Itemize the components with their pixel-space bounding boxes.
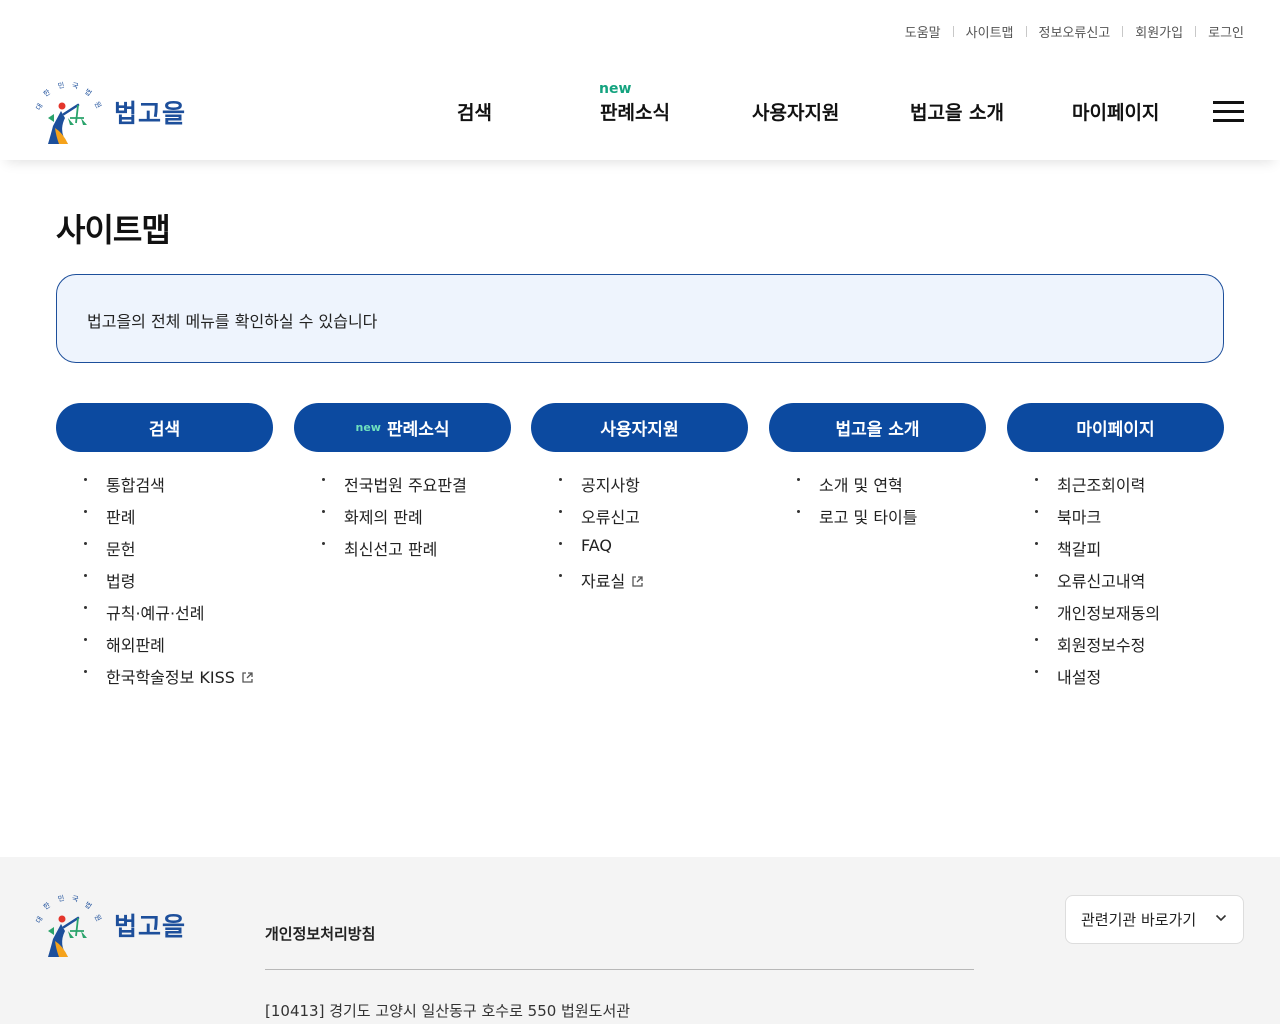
category-label: 검색 (148, 420, 181, 440)
category-user-support-button[interactable]: 사용자지원 (531, 403, 748, 452)
sub-menu-item[interactable]: 오류신고 (531, 504, 748, 536)
sub-menu-item[interactable]: 북마크 (1007, 504, 1224, 536)
info-box: 법고을의 전체 메뉴를 확인하실 수 있습니다 (56, 274, 1224, 363)
sub-menu-item[interactable]: 회원정보수정 (1007, 632, 1224, 664)
svg-text:국: 국 (71, 82, 79, 91)
sub-menu-item[interactable]: 전국법원 주요판결 (294, 472, 511, 504)
sub-menu-item[interactable]: 오류신고내역 (1007, 568, 1224, 600)
main-nav: 검색 new 판례소식 사용자지원 법고을 소개 마이페이지 (0, 81, 1280, 128)
page-title: 사이트맵 (56, 211, 171, 249)
nav-case-news-label: 판례소식 (600, 102, 670, 124)
sub-menu-item[interactable]: 판례 (56, 504, 273, 536)
related-sites-label: 관련기관 바로가기 (1081, 911, 1197, 929)
svg-text:국: 국 (71, 895, 79, 904)
site-header: 도움말 사이트맵 정보오류신고 회원가입 로그인 대 한 민 국 법 원 법고을… (0, 0, 1280, 160)
sitemap-columns: 검색 통합검색 판례 문헌 법령 규칙·예규·선례 해외판례 한국학술정보 KI… (56, 403, 1224, 703)
info-text: 법고을의 전체 메뉴를 확인하실 수 있습니다 (87, 312, 378, 331)
sitemap-column-mypage: 마이페이지 최근조회이력 북마크 책갈피 오류신고내역 개인정보재동의 회원정보… (1007, 403, 1224, 696)
svg-text:민: 민 (57, 893, 65, 903)
sub-menu-item[interactable]: 최근조회이력 (1007, 472, 1224, 504)
court-emblem-icon: 대 한 민 국 법 원 (35, 893, 104, 957)
sub-menu-list: 소개 및 연혁 로고 및 타이틀 (769, 472, 986, 536)
sub-menu-item[interactable]: 화제의 판례 (294, 504, 511, 536)
sub-menu-item-archive[interactable]: 자료실 (531, 568, 748, 600)
footer-logo[interactable]: 대 한 민 국 법 원 법고을 (34, 891, 186, 959)
sitemap-column-case-news: new 판례소식 전국법원 주요판결 화제의 판례 최신선고 판례 (294, 403, 511, 568)
divider (1025, 26, 1027, 37)
sub-menu-list: 전국법원 주요판결 화제의 판례 최신선고 판례 (294, 472, 511, 568)
sitemap-link[interactable]: 사이트맵 (966, 22, 1014, 41)
category-label: 법고을 소개 (835, 420, 920, 440)
category-case-news-button[interactable]: new 판례소식 (294, 403, 511, 452)
svg-text:민: 민 (57, 80, 65, 90)
category-about-button[interactable]: 법고을 소개 (769, 403, 986, 452)
category-label: 판례소식 (386, 420, 450, 440)
svg-text:법: 법 (83, 900, 93, 911)
sub-menu-item[interactable]: 책갈피 (1007, 536, 1224, 568)
help-link[interactable]: 도움말 (905, 22, 941, 41)
svg-text:대: 대 (35, 915, 45, 925)
divider (1195, 26, 1197, 37)
sub-menu-item[interactable]: 규칙·예규·선례 (56, 600, 273, 632)
nav-about[interactable]: 법고을 소개 (910, 98, 1004, 125)
sub-menu-item-label: 한국학술정보 KISS (106, 668, 235, 687)
nav-mypage[interactable]: 마이페이지 (1072, 98, 1159, 125)
divider (1122, 26, 1124, 37)
svg-text:한: 한 (42, 88, 52, 99)
utility-nav: 도움말 사이트맵 정보오류신고 회원가입 로그인 (905, 22, 1244, 41)
sitemap-column-user-support: 사용자지원 공지사항 오류신고 FAQ 자료실 (531, 403, 748, 600)
category-label: 사용자지원 (600, 420, 679, 440)
svg-text:한: 한 (42, 901, 52, 912)
sub-menu-item-label: 자료실 (581, 572, 626, 591)
footer-address: [10413] 경기도 고양시 일산동구 호수로 550 법원도서관 (265, 1002, 631, 1020)
svg-text:원: 원 (93, 913, 104, 923)
divider (952, 26, 954, 37)
sub-menu-list: 최근조회이력 북마크 책갈피 오류신고내역 개인정보재동의 회원정보수정 내설정 (1007, 472, 1224, 696)
sub-menu-item[interactable]: 문헌 (56, 536, 273, 568)
login-link[interactable]: 로그인 (1208, 22, 1244, 41)
site-footer: 대 한 민 국 법 원 법고을 개인정보처리방침 [10413] 경기도 고양시… (0, 857, 1280, 1024)
sub-menu-item[interactable]: 통합검색 (56, 472, 273, 504)
sitemap-column-about: 법고을 소개 소개 및 연혁 로고 및 타이틀 (769, 403, 986, 536)
sub-menu-item[interactable]: 법령 (56, 568, 273, 600)
nav-user-support[interactable]: 사용자지원 (752, 98, 839, 125)
logo-wordmark: 법고을 (114, 912, 187, 941)
external-link-icon (242, 672, 253, 683)
sub-menu-item[interactable]: 로고 및 타이틀 (769, 504, 986, 536)
menu-icon[interactable] (1213, 101, 1244, 123)
nav-case-news[interactable]: new 판례소식 (599, 81, 670, 125)
sub-menu-item[interactable]: 개인정보재동의 (1007, 600, 1224, 632)
error-report-link[interactable]: 정보오류신고 (1039, 22, 1111, 41)
chevron-down-icon (1215, 914, 1227, 922)
external-link-icon (632, 576, 643, 587)
sub-menu-item-kiss[interactable]: 한국학술정보 KISS (56, 664, 273, 696)
new-badge: new (355, 421, 381, 434)
sub-menu-item[interactable]: 공지사항 (531, 472, 748, 504)
sub-menu-item[interactable]: 최신선고 판례 (294, 536, 511, 568)
sub-menu-list: 통합검색 판례 문헌 법령 규칙·예규·선례 해외판례 한국학술정보 KISS (56, 472, 273, 696)
category-label: 마이페이지 (1076, 420, 1155, 440)
related-sites-select[interactable]: 관련기관 바로가기 (1065, 895, 1244, 944)
sub-menu-item[interactable]: 해외판례 (56, 632, 273, 664)
svg-text:법: 법 (83, 87, 93, 98)
nav-search[interactable]: 검색 (457, 98, 492, 125)
category-mypage-button[interactable]: 마이페이지 (1007, 403, 1224, 452)
privacy-policy-link[interactable]: 개인정보처리방침 (265, 923, 375, 944)
category-search-button[interactable]: 검색 (56, 403, 273, 452)
sub-menu-item[interactable]: 내설정 (1007, 664, 1224, 696)
footer-divider (265, 969, 974, 970)
new-badge: new (599, 81, 632, 97)
sitemap-column-search: 검색 통합검색 판례 문헌 법령 규칙·예규·선례 해외판례 한국학술정보 KI… (56, 403, 273, 696)
sub-menu-item[interactable]: 소개 및 연혁 (769, 472, 986, 504)
sub-menu-list: 공지사항 오류신고 FAQ 자료실 (531, 472, 748, 600)
sub-menu-item[interactable]: FAQ (531, 536, 748, 568)
signup-link[interactable]: 회원가입 (1135, 22, 1183, 41)
